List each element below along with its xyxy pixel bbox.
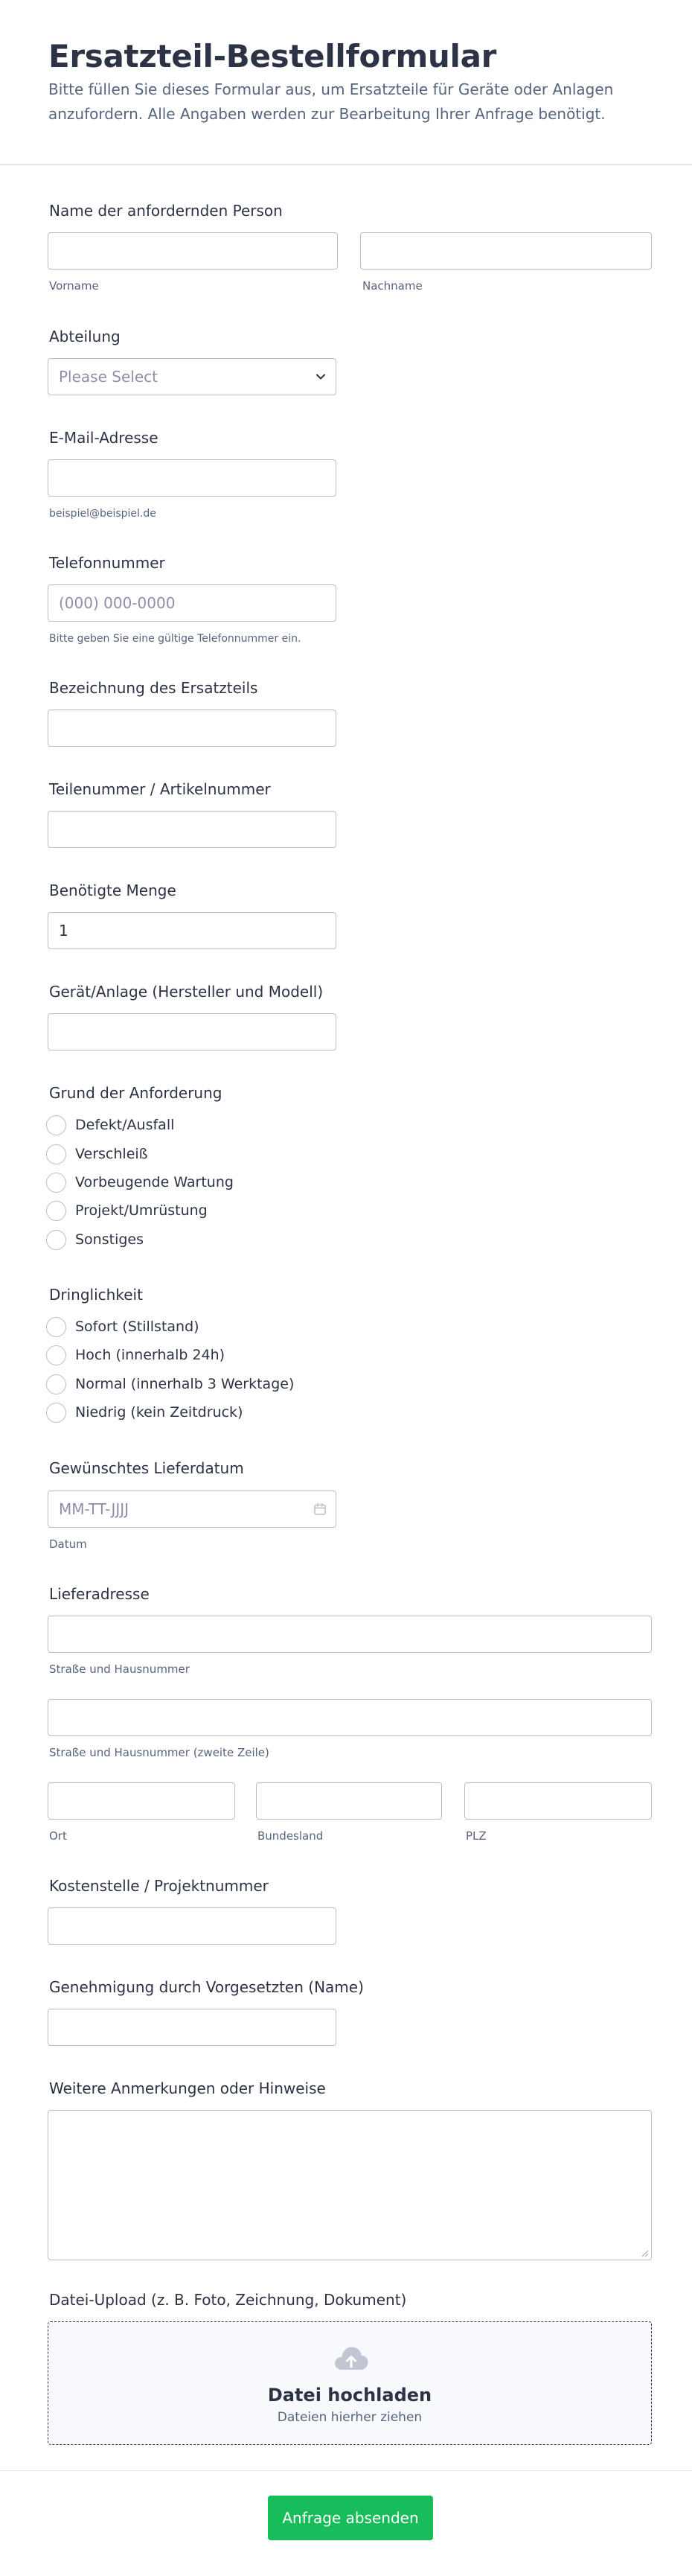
notes-textarea[interactable] xyxy=(48,2110,652,2260)
email-field[interactable] xyxy=(48,459,336,497)
part-name-input[interactable] xyxy=(48,710,336,747)
street2-input[interactable] xyxy=(48,1699,652,1736)
reason-option-label: Vorbeugende Wartung xyxy=(75,1174,234,1190)
reason-label: Grund der Anforderung xyxy=(49,1084,222,1102)
reason-option-label: Projekt/Umrüstung xyxy=(75,1202,208,1219)
name-label: Name der anfordernden Person xyxy=(49,202,283,220)
delivery-date-input[interactable]: MM-TT-JJJJ xyxy=(48,1491,336,1528)
delivery-date-sublabel: Datum xyxy=(49,1537,87,1551)
upload-label: Datei-Upload (z. B. Foto, Zeichnung, Dok… xyxy=(49,2291,407,2309)
quantity-label: Benötigte Menge xyxy=(49,881,176,899)
upload-title: Datei hochladen xyxy=(267,2385,432,2406)
urgency-option[interactable]: Sofort (Stillstand) xyxy=(46,1316,199,1338)
zip-input[interactable] xyxy=(464,1782,652,1820)
page-subtitle: Bitte füllen Sie dieses Formular aus, um… xyxy=(48,80,614,123)
quantity-input[interactable]: 1 xyxy=(48,912,336,949)
zip-sublabel: PLZ xyxy=(466,1829,487,1843)
city-input[interactable] xyxy=(48,1782,235,1820)
email-label: E-Mail-Adresse xyxy=(49,429,158,447)
radio-button[interactable] xyxy=(46,1144,66,1164)
radio-button[interactable] xyxy=(46,1345,66,1365)
file-upload-dropzone[interactable]: Datei hochladen Dateien hierher ziehen xyxy=(48,2321,652,2445)
urgency-option[interactable]: Hoch (innerhalb 24h) xyxy=(46,1344,225,1366)
urgency-label: Dringlichkeit xyxy=(49,1286,143,1304)
approval-input[interactable] xyxy=(48,2009,336,2046)
radio-button[interactable] xyxy=(46,1374,66,1394)
delivery-date-label: Gewünschtes Lieferdatum xyxy=(49,1459,244,1477)
reason-option[interactable]: Defekt/Ausfall xyxy=(46,1114,174,1136)
footer-divider xyxy=(0,2470,692,2471)
part-number-input[interactable] xyxy=(48,811,336,848)
radio-button[interactable] xyxy=(46,1229,66,1250)
delivery-date-placeholder: MM-TT-JJJJ xyxy=(59,1500,129,1518)
page-title: Ersatzteil-Bestellformular xyxy=(48,38,497,74)
department-label: Abteilung xyxy=(49,328,121,345)
phone-input[interactable]: (000) 000-0000 xyxy=(48,584,336,622)
email-sublabel: beispiel@beispiel.de xyxy=(49,508,156,520)
street-sublabel: Straße und Hausnummer xyxy=(49,1662,190,1676)
radio-button[interactable] xyxy=(46,1200,66,1221)
form-header: Ersatzteil-Bestellformular Bitte füllen … xyxy=(0,0,692,165)
approval-label: Genehmigung durch Vorgesetzten (Name) xyxy=(49,1978,364,1996)
phone-label: Telefonnummer xyxy=(49,554,165,572)
department-select-value: Please Select xyxy=(59,368,158,386)
reason-option-label: Sonstiges xyxy=(75,1231,144,1248)
urgency-option-label: Niedrig (kein Zeitdruck) xyxy=(75,1404,243,1421)
radio-button[interactable] xyxy=(46,1402,66,1423)
urgency-option-label: Normal (innerhalb 3 Werktage) xyxy=(75,1376,295,1392)
city-sublabel: Ort xyxy=(49,1829,67,1843)
state-sublabel: Bundesland xyxy=(257,1829,324,1843)
first-name-sublabel: Vorname xyxy=(49,279,99,293)
cost-center-label: Kostenstelle / Projektnummer xyxy=(49,1877,269,1895)
department-select[interactable]: Please Select xyxy=(48,358,336,395)
reason-option[interactable]: Vorbeugende Wartung xyxy=(46,1171,234,1193)
last-name-sublabel: Nachname xyxy=(362,279,423,293)
cloud-upload-icon xyxy=(335,2347,368,2370)
part-number-label: Teilenummer / Artikelnummer xyxy=(49,780,271,798)
state-input[interactable] xyxy=(256,1782,442,1820)
first-name-input[interactable] xyxy=(48,232,338,270)
urgency-option[interactable]: Niedrig (kein Zeitdruck) xyxy=(46,1401,243,1424)
cost-center-input[interactable] xyxy=(48,1907,336,1945)
device-label: Gerät/Anlage (Hersteller und Modell) xyxy=(49,983,324,1001)
last-name-input[interactable] xyxy=(360,232,652,270)
resize-handle-icon[interactable] xyxy=(640,2248,649,2257)
part-name-label: Bezeichnung des Ersatzteils xyxy=(49,679,258,697)
reason-option-label: Verschleiß xyxy=(75,1146,148,1162)
urgency-option[interactable]: Normal (innerhalb 3 Werktage) xyxy=(46,1373,294,1395)
radio-button[interactable] xyxy=(46,1115,66,1135)
street-input[interactable] xyxy=(48,1616,652,1653)
calendar-icon[interactable] xyxy=(313,1502,327,1516)
upload-subtitle: Dateien hierher ziehen xyxy=(277,2410,423,2425)
urgency-option-label: Hoch (innerhalb 24h) xyxy=(75,1347,225,1363)
radio-button[interactable] xyxy=(46,1316,66,1337)
address-label: Lieferadresse xyxy=(49,1585,150,1603)
phone-sublabel: Bitte geben Sie eine gültige Telefonnumm… xyxy=(49,633,301,645)
notes-label: Weitere Anmerkungen oder Hinweise xyxy=(49,2079,326,2097)
street2-sublabel: Straße und Hausnummer (zweite Zeile) xyxy=(49,1746,269,1759)
device-input[interactable] xyxy=(48,1013,336,1051)
reason-option[interactable]: Sonstiges xyxy=(46,1228,144,1251)
reason-option[interactable]: Projekt/Umrüstung xyxy=(46,1199,208,1222)
radio-button[interactable] xyxy=(46,1172,66,1193)
submit-button[interactable]: Anfrage absenden xyxy=(268,2496,433,2540)
urgency-option-label: Sofort (Stillstand) xyxy=(75,1319,199,1335)
chevron-down-icon xyxy=(316,374,325,380)
reason-option-label: Defekt/Ausfall xyxy=(75,1117,175,1133)
reason-option[interactable]: Verschleiß xyxy=(46,1143,148,1165)
